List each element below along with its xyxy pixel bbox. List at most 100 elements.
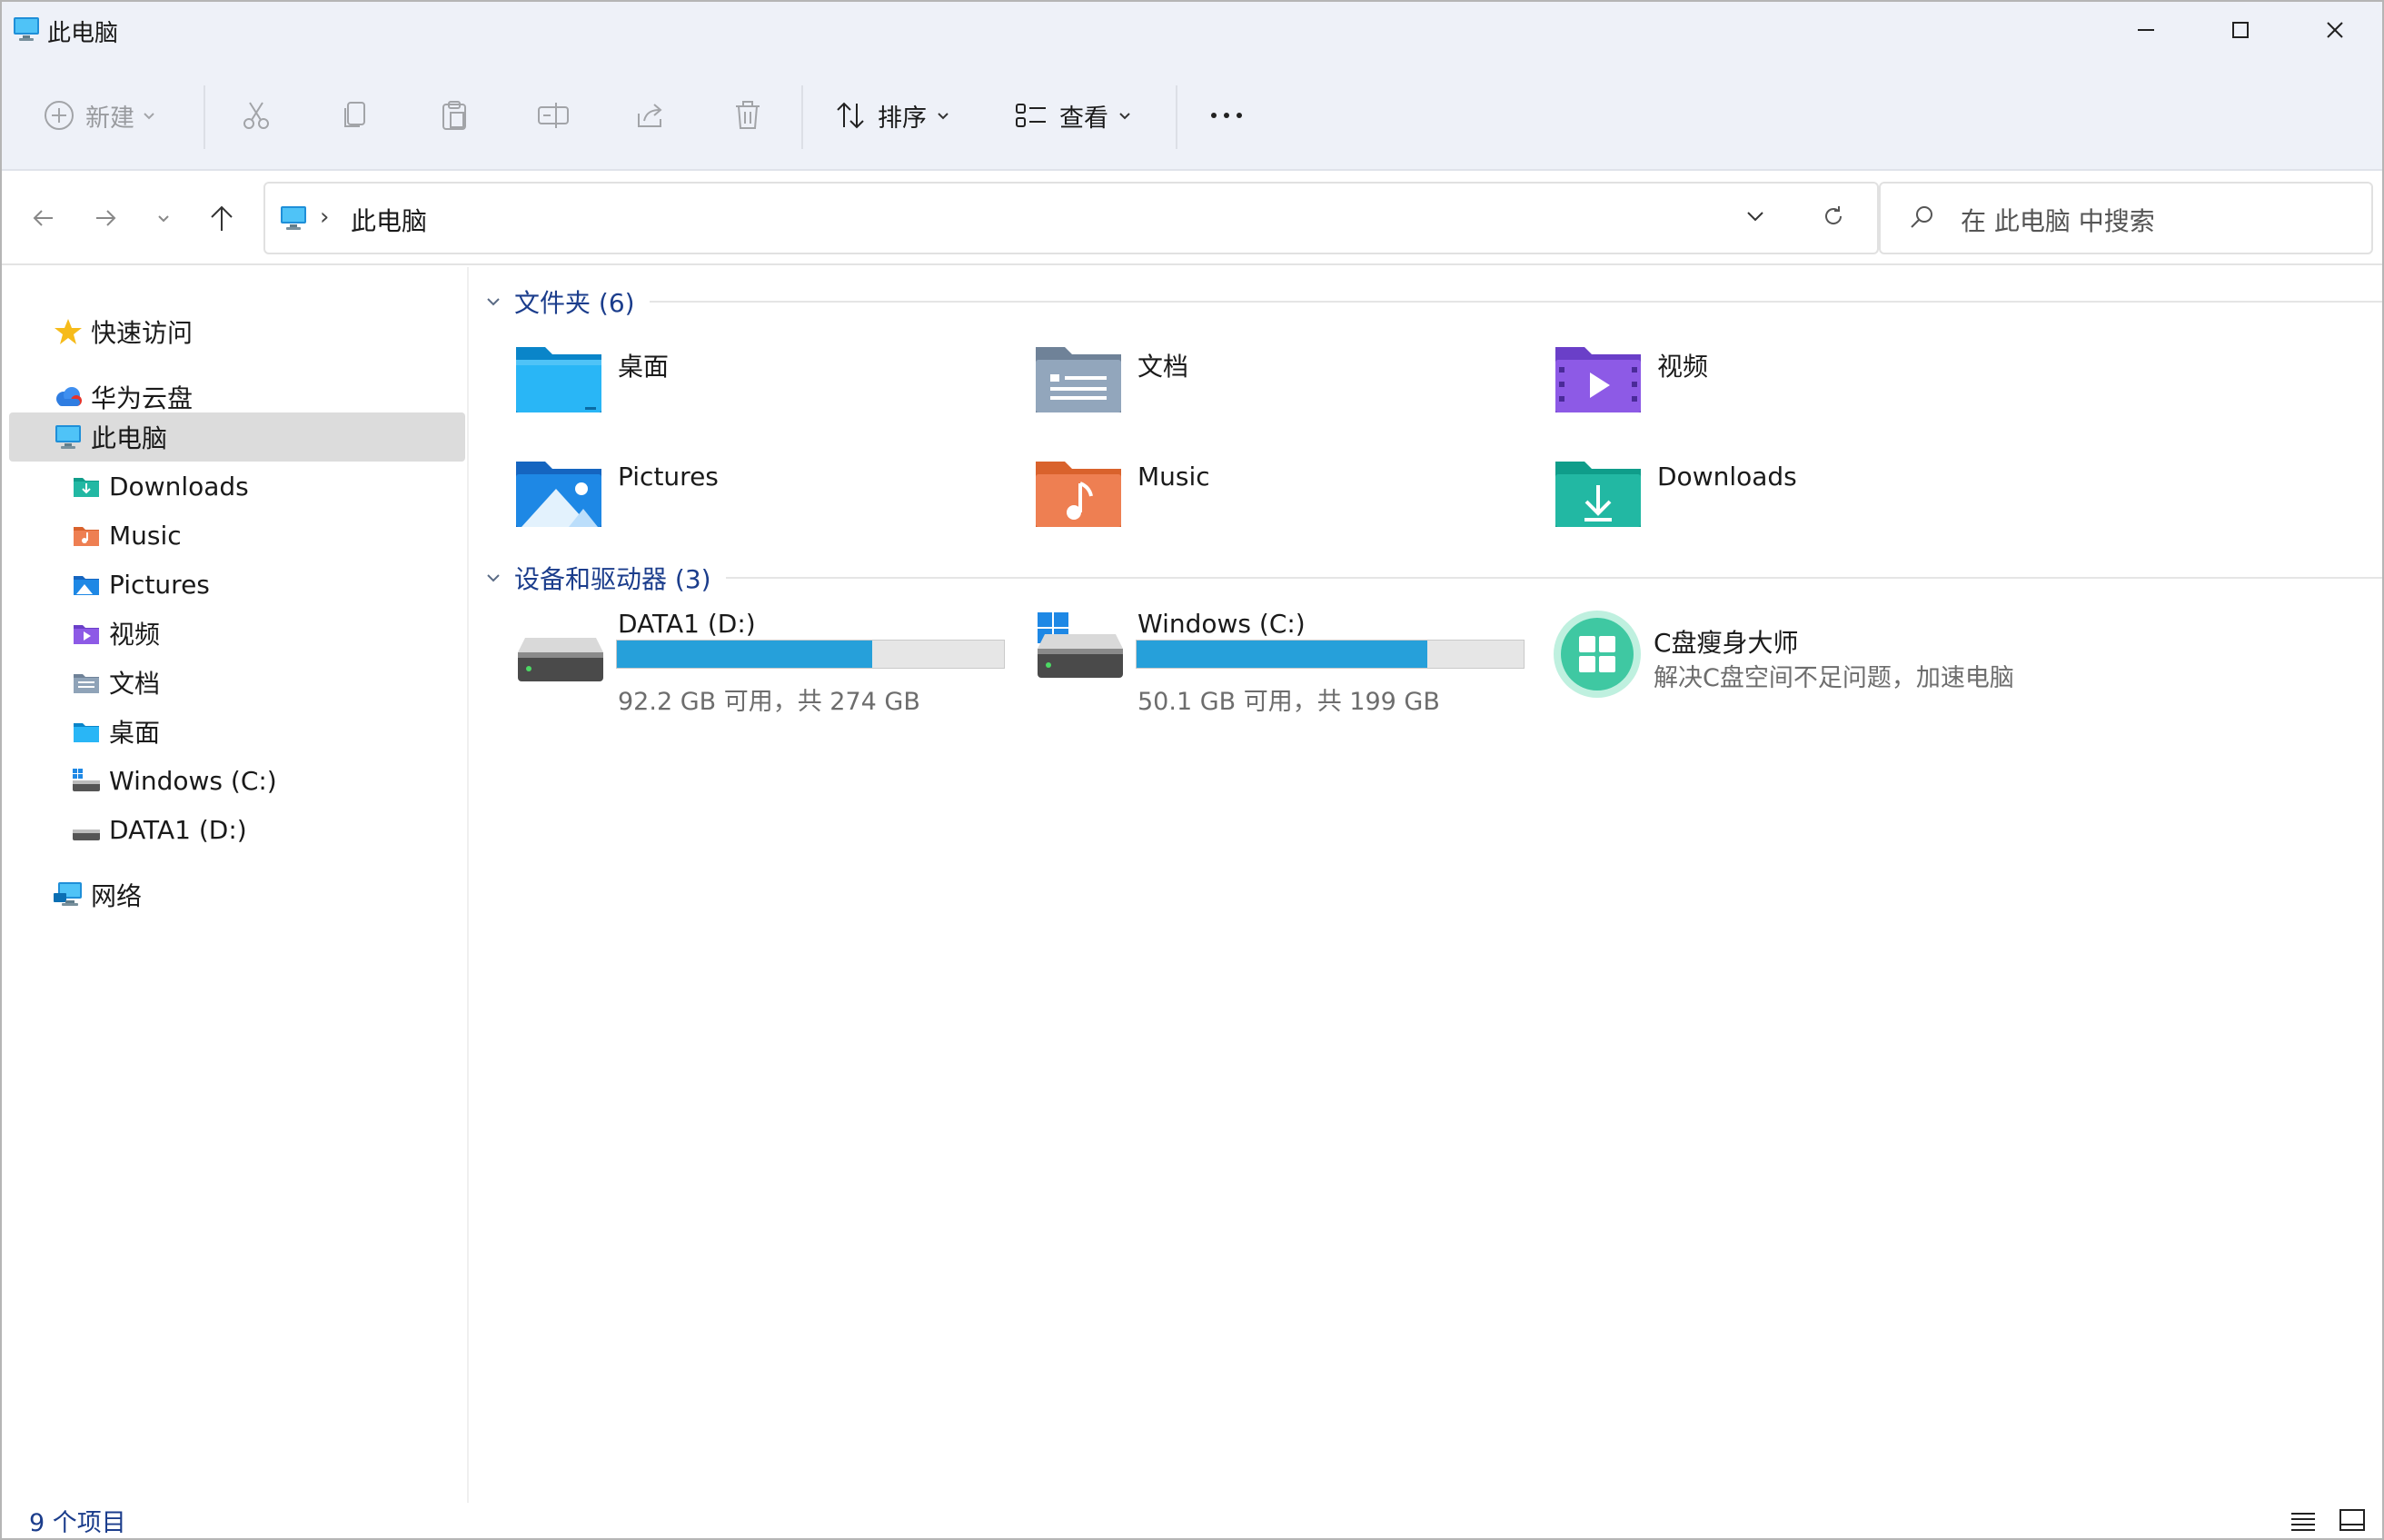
share-button[interactable] [634,93,667,138]
arrow-up-icon [211,205,233,231]
view-list-icon [1016,104,1046,127]
computer-icon [13,16,40,42]
sidebar-item-windows-c[interactable]: Windows (C:) [71,756,277,805]
minimize-button[interactable] [2099,2,2193,58]
folder-tile-downloads[interactable]: Downloads [1554,458,2062,558]
recent-locations-button[interactable] [144,198,184,238]
sidebar-item-label: Downloads [109,471,249,502]
folders-section-header[interactable]: 文件夹 (6) [485,283,2382,320]
sort-button[interactable]: 排序 [834,93,950,138]
sidebar-item-documents[interactable]: 文档 [71,658,160,707]
breadcrumb-this-pc[interactable]: 此电脑 [351,202,427,238]
sidebar-item-label: Windows (C:) [109,765,277,796]
sidebar-item-network[interactable]: 网络 [53,870,142,919]
maximize-icon [2232,22,2249,38]
folder-name: Pictures [618,462,719,492]
window-title: 此电脑 [47,20,119,47]
system-drive-icon [71,765,102,796]
back-button[interactable] [24,198,64,238]
up-button[interactable] [202,198,242,238]
divider [725,577,2382,579]
pictures-folder-icon [514,458,603,531]
folder-tile-music[interactable]: Music [1034,458,1543,558]
sidebar-item-label: Pictures [109,569,210,600]
separator [801,85,803,149]
share-icon [638,104,662,127]
forward-button[interactable] [85,198,125,238]
new-button[interactable]: 新建 [44,93,156,138]
tiles-view-button[interactable] [2339,1508,2366,1534]
address-bar[interactable]: › 此电脑 [263,182,1879,254]
sidebar-item-this-pc[interactable]: 此电脑 [9,412,465,462]
sidebar-item-desktop[interactable]: 桌面 [71,707,160,756]
folder-name: 视频 [1657,352,1709,382]
drive-tile-windows[interactable]: Windows (C:) 50.1 GB 可用，共 199 GB [1036,609,1545,727]
paste-button[interactable] [438,93,471,138]
copy-icon [344,102,365,127]
app-tile-c-drive-cleaner[interactable]: C盘瘦身大师 解决C盘空间不足问题，加速电脑 [1552,609,2061,727]
music-folder-icon [71,520,102,551]
view-label: 查看 [1059,104,1108,133]
sidebar-item-data1-d[interactable]: DATA1 (D:) [71,805,247,854]
sidebar-item-label: 此电脑 [91,423,168,453]
close-button[interactable] [2288,2,2382,58]
delete-button[interactable] [732,93,763,138]
breadcrumb-chevron-icon[interactable]: › [320,204,329,231]
folder-tile-documents[interactable]: 文档 [1034,343,1543,443]
rename-icon [538,103,569,128]
drive-size-text: 50.1 GB 可用，共 199 GB [1137,688,1440,716]
cut-button[interactable] [240,93,273,138]
title-bar: 此电脑 [2,2,2382,58]
drive-name: DATA1 (D:) [618,609,756,639]
chevron-down-icon [938,113,949,120]
drive-usage-bar [1136,640,1525,669]
scissors-icon [243,102,269,129]
drive-usage-fill [617,641,873,668]
chevron-down-icon [1747,212,1763,222]
videos-folder-icon [1554,343,1643,416]
computer-icon [280,205,307,231]
address-history-button[interactable] [1744,205,1766,227]
sidebar-item-quick-access[interactable]: 快速访问 [53,307,193,356]
documents-folder-icon [1034,343,1123,416]
view-button[interactable]: 查看 [1014,93,1132,138]
new-label: 新建 [85,104,134,133]
videos-folder-icon [71,618,102,649]
desktop-folder-icon [71,716,102,747]
details-view-icon [2291,1513,2315,1531]
maximize-button[interactable] [2193,2,2288,58]
sidebar-item-music[interactable]: Music [71,511,182,560]
clipboard-icon [442,101,466,130]
sidebar-item-downloads[interactable]: Downloads [71,462,249,511]
drives-section-header[interactable]: 设备和驱动器 (3) [485,560,2382,596]
sidebar-item-videos[interactable]: 视频 [71,609,160,658]
folder-name: 文档 [1137,352,1189,382]
refresh-icon [1825,206,1843,224]
app-logo-icon [1552,603,1643,705]
sidebar-item-label: 华为云盘 [91,383,194,413]
rename-button[interactable] [536,93,571,138]
more-icon [1211,113,1242,118]
trash-icon [736,101,760,129]
chevron-down-icon [158,215,169,223]
documents-folder-icon [71,667,102,698]
plus-icon [45,101,74,130]
separator [204,85,205,149]
copy-button[interactable] [340,93,372,138]
drive-icon [71,814,102,845]
pictures-folder-icon [71,569,102,600]
chevron-down-icon [487,298,500,306]
folder-tile-pictures[interactable]: Pictures [514,458,1023,558]
sidebar-item-pictures[interactable]: Pictures [71,560,210,609]
folder-tile-desktop[interactable]: 桌面 [514,343,1023,443]
folder-name: 桌面 [618,352,670,382]
status-bar: 9 个项目 [2,1503,2382,1538]
more-options-button[interactable] [1207,93,1247,138]
chevron-down-icon [1119,113,1130,120]
drive-icon [516,634,605,685]
details-view-button[interactable] [2290,1508,2317,1534]
refresh-button[interactable] [1821,204,1846,229]
search-box[interactable]: 在 此电脑 中搜索 [1879,182,2373,254]
drive-tile-data1[interactable]: DATA1 (D:) 92.2 GB 可用，共 274 GB [516,609,1025,727]
folder-tile-videos[interactable]: 视频 [1554,343,2062,443]
